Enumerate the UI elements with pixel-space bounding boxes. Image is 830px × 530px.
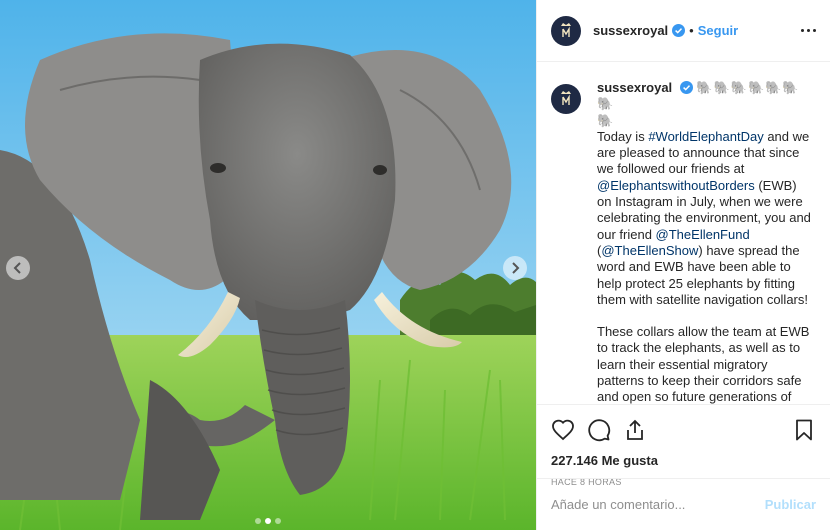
comment-input[interactable]	[551, 497, 765, 512]
comment-icon[interactable]	[587, 418, 611, 442]
carousel-dot	[275, 518, 281, 524]
verified-icon	[672, 24, 686, 37]
caption-username[interactable]: sussexroyal	[597, 80, 672, 95]
carousel-prev-button[interactable]	[6, 256, 30, 280]
caption-segment: Today is	[597, 128, 649, 144]
post-media	[0, 0, 536, 530]
publish-button[interactable]: Publicar	[765, 497, 816, 512]
share-icon[interactable]	[623, 418, 647, 442]
post-side-panel: sussexroyal • Seguir sussexroyal 🐘🐘🐘🐘🐘🐘🐘…	[536, 0, 830, 530]
mention-link-ellenfund[interactable]: @TheEllenFund	[656, 227, 750, 242]
elephant-emoji: 🐘	[597, 112, 615, 128]
avatar[interactable]	[551, 15, 581, 46]
action-icons	[551, 407, 816, 453]
instagram-post: sussexroyal • Seguir sussexroyal 🐘🐘🐘🐘🐘🐘🐘…	[0, 0, 830, 530]
avatar[interactable]	[551, 84, 581, 114]
monogram-crest-icon	[561, 22, 571, 37]
monogram-crest-icon	[561, 91, 571, 105]
carousel-prev-icon	[13, 262, 21, 274]
save-bookmark-icon[interactable]	[792, 418, 816, 442]
caption-area: sussexroyal 🐘🐘🐘🐘🐘🐘🐘 🐘 Today is #WorldEle…	[537, 62, 830, 404]
carousel-indicator	[0, 518, 536, 524]
hashtag-link[interactable]: #WorldElephantDay	[648, 129, 763, 144]
mention-link-ellenshow[interactable]: @TheEllenShow	[601, 243, 698, 258]
comment-box: Publicar	[537, 478, 830, 530]
mention-link-ewb[interactable]: @ElephantswithoutBorders	[597, 178, 755, 193]
carousel-dot	[255, 518, 261, 524]
carousel-next-icon	[512, 262, 520, 274]
separator-bullet: •	[689, 23, 694, 38]
caption-text: sussexroyal 🐘🐘🐘🐘🐘🐘🐘 🐘 Today is #WorldEle…	[597, 80, 813, 404]
elephant-photo[interactable]	[0, 0, 536, 530]
follow-button[interactable]: Seguir	[698, 23, 738, 38]
carousel-dot-active	[265, 518, 271, 524]
caption-paragraph-2: These collars allow the team at EWB to t…	[597, 324, 810, 404]
post-header: sussexroyal • Seguir	[537, 0, 830, 62]
header-username[interactable]: sussexroyal	[593, 23, 668, 38]
like-heart-icon[interactable]	[551, 418, 575, 442]
carousel-next-button[interactable]	[503, 256, 527, 280]
more-options-icon[interactable]	[801, 29, 816, 32]
verified-icon	[679, 81, 693, 94]
likes-count[interactable]: 227.146 Me gusta	[551, 453, 816, 468]
